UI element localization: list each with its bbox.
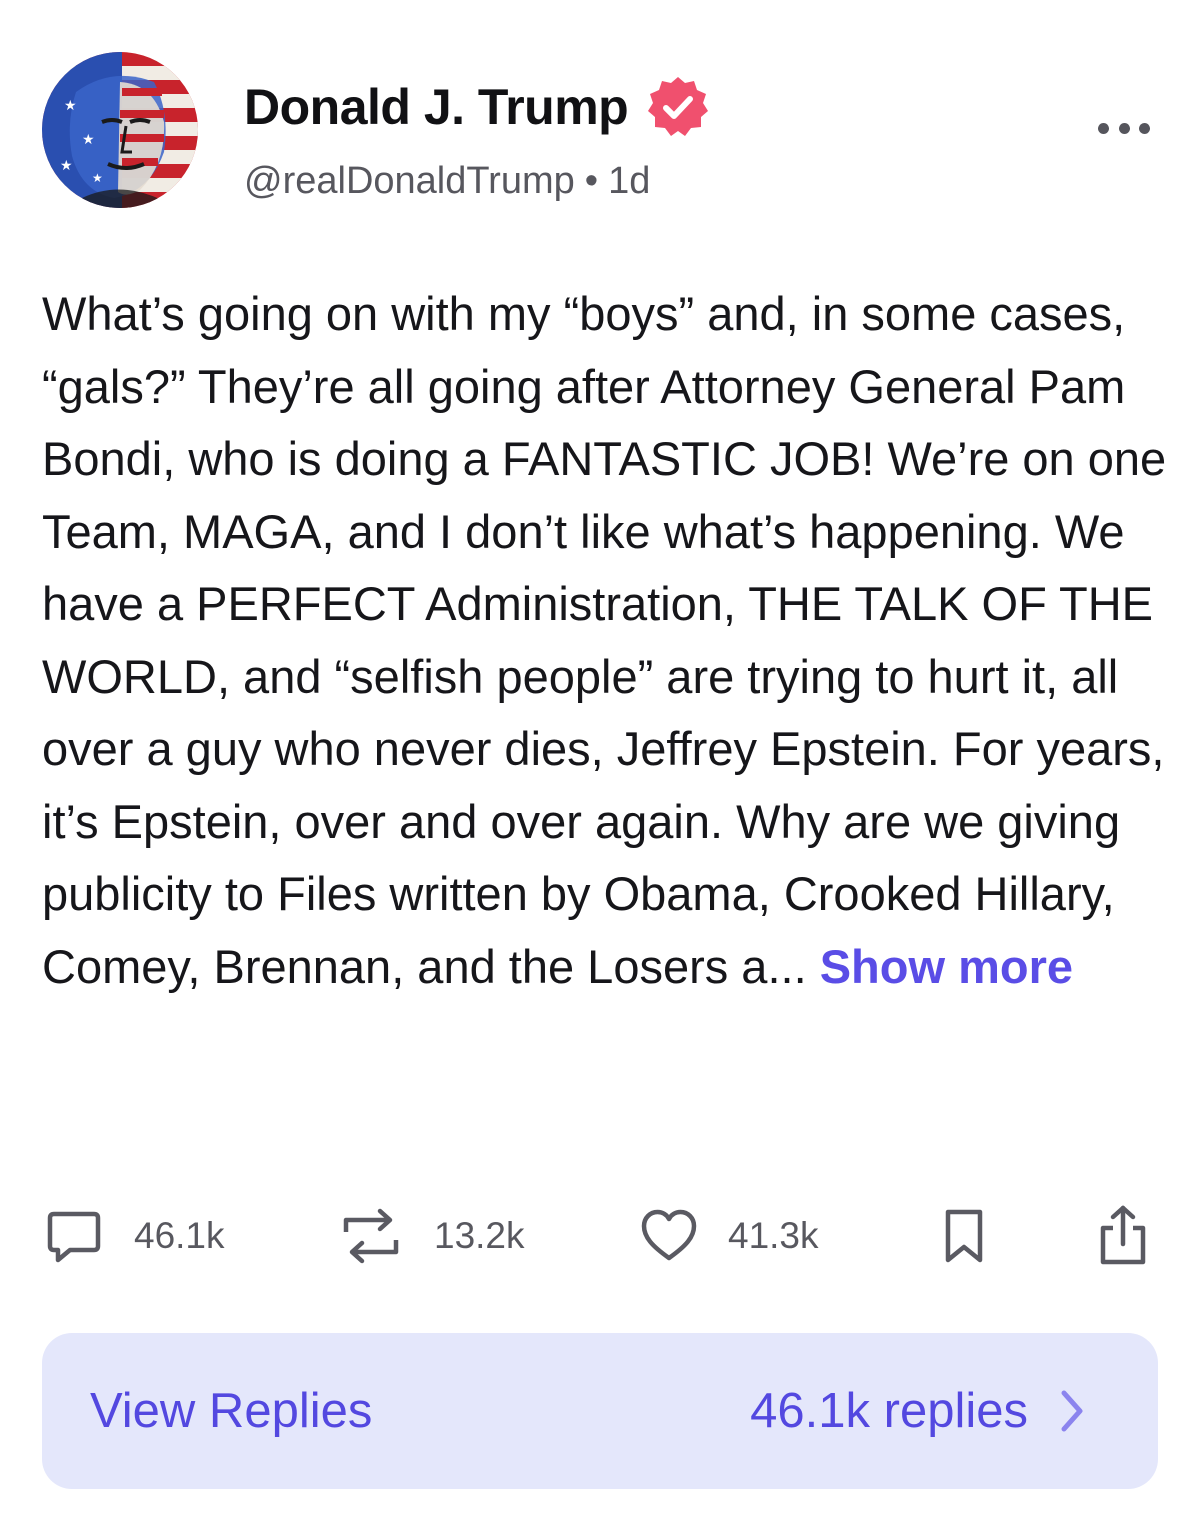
post-card: ★ ★ ★ ★ Donald J. Trump @realDonaldTrump… (0, 0, 1192, 1518)
author-display-name[interactable]: Donald J. Trump (244, 78, 629, 136)
share-button[interactable] (1094, 1198, 1152, 1274)
heart-icon (641, 1209, 697, 1261)
show-more-link[interactable]: Show more (820, 940, 1073, 993)
share-icon (1100, 1205, 1146, 1265)
author-meta: @realDonaldTrump • 1d (244, 160, 650, 203)
author-name-row: Donald J. Trump (244, 72, 710, 142)
chevron-right-icon (1061, 1390, 1083, 1432)
post-body: What’s going on with my “boys” and, in s… (42, 278, 1167, 1003)
author-handle[interactable]: @realDonaldTrump (244, 160, 575, 202)
svg-text:★: ★ (92, 171, 103, 185)
post-text: What’s going on with my “boys” and, in s… (42, 287, 1167, 993)
author-avatar[interactable]: ★ ★ ★ ★ (42, 52, 198, 208)
bookmark-button[interactable] (938, 1198, 990, 1274)
reply-bubble-icon (47, 1211, 101, 1263)
meta-separator: • (584, 160, 599, 202)
post-timestamp[interactable]: 1d (608, 160, 650, 202)
view-replies-button[interactable]: View Replies 46.1k replies (42, 1333, 1158, 1489)
repost-icon (343, 1208, 399, 1264)
more-options-button[interactable] (1094, 110, 1154, 146)
reply-count: 46.1k (134, 1215, 225, 1256)
svg-text:★: ★ (64, 98, 77, 114)
reply-button[interactable]: 46.1k (44, 1198, 225, 1274)
view-replies-meta: 46.1k replies (750, 1383, 1086, 1439)
svg-text:★: ★ (60, 158, 73, 174)
like-button[interactable]: 41.3k (640, 1198, 819, 1274)
like-count: 41.3k (728, 1215, 819, 1256)
replies-count-label: 46.1k replies (750, 1384, 1028, 1438)
avatar-portrait-flag-icon: ★ ★ ★ ★ (42, 52, 198, 208)
more-dot-icon (1139, 122, 1150, 134)
repost-count: 13.2k (434, 1215, 525, 1256)
repost-button[interactable]: 13.2k (338, 1198, 525, 1274)
svg-text:★: ★ (82, 132, 95, 148)
action-bar: 46.1k 13.2k 41.3k (0, 1198, 1192, 1274)
more-dot-icon (1098, 122, 1109, 134)
view-replies-label: View Replies (90, 1384, 373, 1438)
verified-badge-icon (648, 77, 709, 136)
more-dot-icon (1118, 122, 1130, 134)
bookmark-icon (945, 1209, 983, 1263)
